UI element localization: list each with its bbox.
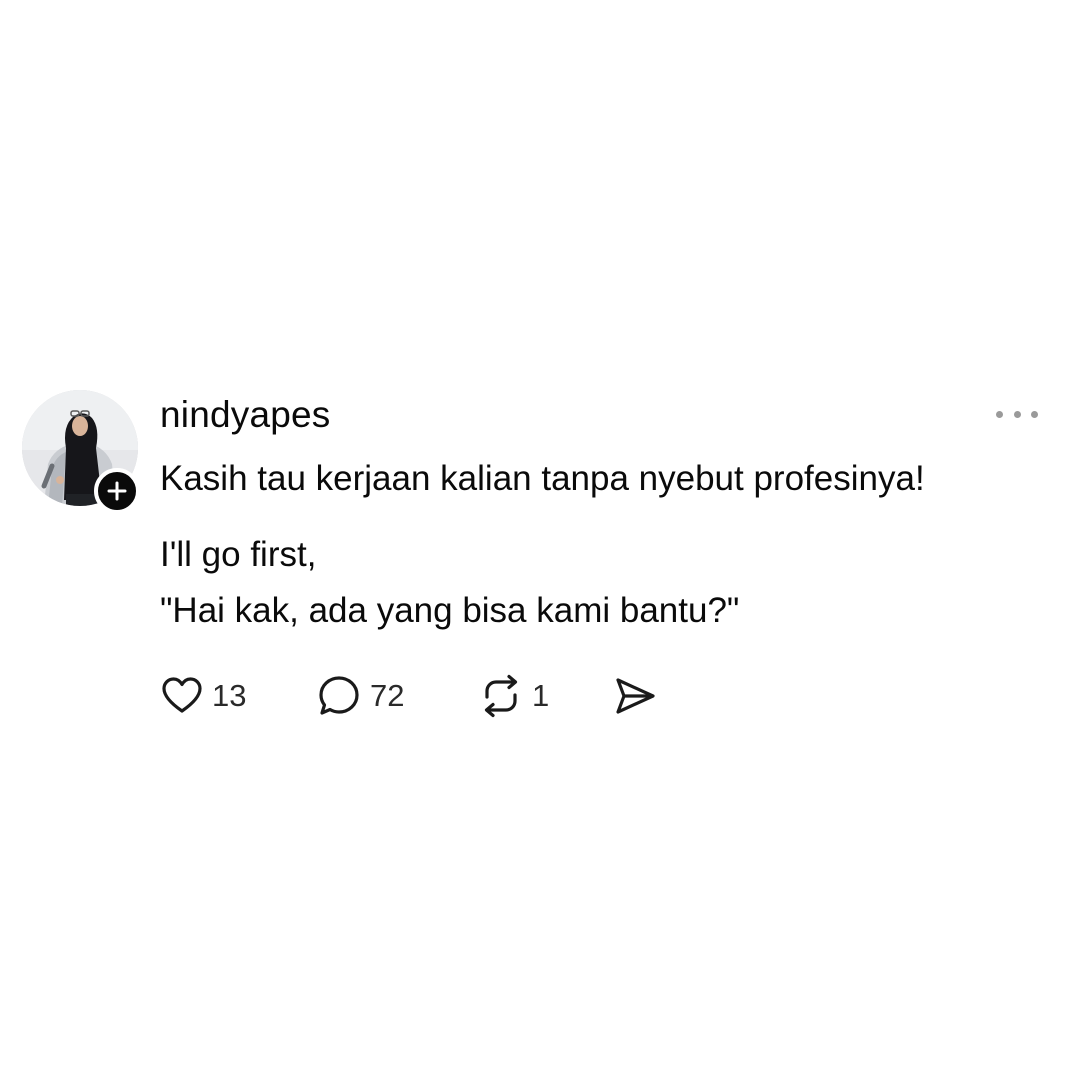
more-horizontal-icon [996, 410, 1003, 418]
comment-bubble-icon [319, 676, 359, 715]
post-card: nindyapes Kasih tau kerjaan kalian tanpa… [0, 0, 1080, 1080]
share-button[interactable] [612, 672, 658, 720]
plus-icon [107, 481, 127, 501]
more-horizontal-icon [1031, 410, 1038, 418]
like-count: 13 [212, 678, 247, 713]
repost-button[interactable]: 1 [478, 672, 549, 720]
repost-count: 1 [532, 678, 550, 713]
repost-icon [484, 674, 518, 718]
like-button[interactable]: 13 [160, 672, 246, 720]
post-text-line: Kasih tau kerjaan kalian tanpa nyebut pr… [160, 459, 925, 498]
heart-icon [162, 677, 202, 713]
username[interactable]: nindyapes [160, 392, 331, 438]
follow-button[interactable] [94, 468, 140, 514]
send-icon [616, 678, 655, 714]
post-text-line: "Hai kak, ada yang bisa kami bantu?" [160, 591, 740, 630]
reply-button[interactable]: 72 [316, 672, 404, 720]
more-options-button[interactable] [996, 402, 1038, 426]
more-horizontal-icon [1013, 410, 1021, 418]
reply-count: 72 [370, 678, 405, 713]
post-text-line: I'll go first, [160, 535, 317, 574]
